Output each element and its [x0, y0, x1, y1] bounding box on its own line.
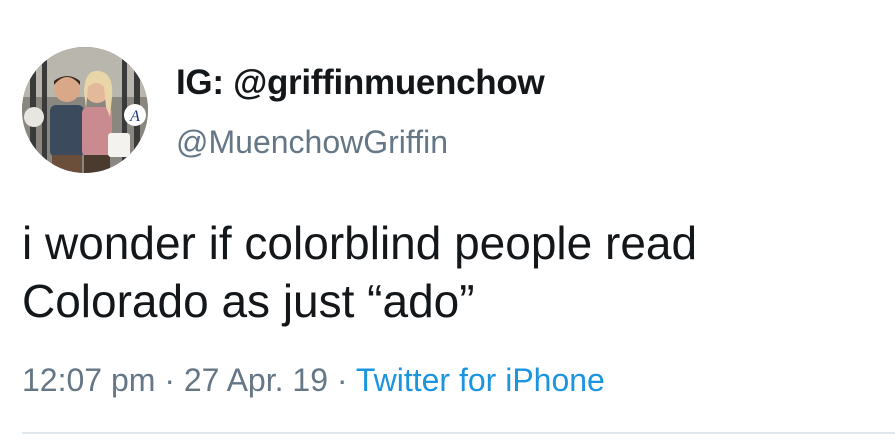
tweet-text: i wonder if colorblind people read Color… — [22, 214, 882, 330]
tweet-metadata: 12:07 pm · 27 Apr. 19 · Twitter for iPho… — [22, 361, 605, 399]
display-name[interactable]: IG: @griffinmuenchow — [176, 63, 545, 103]
tweet-text-line: Colorado as just “ado” — [22, 275, 475, 327]
tweet-time[interactable]: 12:07 pm — [22, 362, 155, 398]
avatar[interactable]: A — [22, 47, 148, 173]
tweet-source-link[interactable]: Twitter for iPhone — [356, 362, 605, 398]
svg-text:A: A — [129, 108, 140, 125]
meta-separator: · — [336, 362, 348, 398]
user-handle[interactable]: @MuenchowGriffin — [176, 123, 448, 161]
avatar-photo: A — [22, 47, 148, 173]
meta-separator: · — [164, 362, 175, 398]
divider — [22, 432, 895, 434]
tweet-text-line: i wonder if colorblind people read — [22, 217, 698, 269]
tweet-date[interactable]: 27 Apr. 19 — [184, 362, 328, 398]
tweet-card: A IG: @griffinmuenchow @MuenchowGriffin … — [0, 0, 895, 442]
